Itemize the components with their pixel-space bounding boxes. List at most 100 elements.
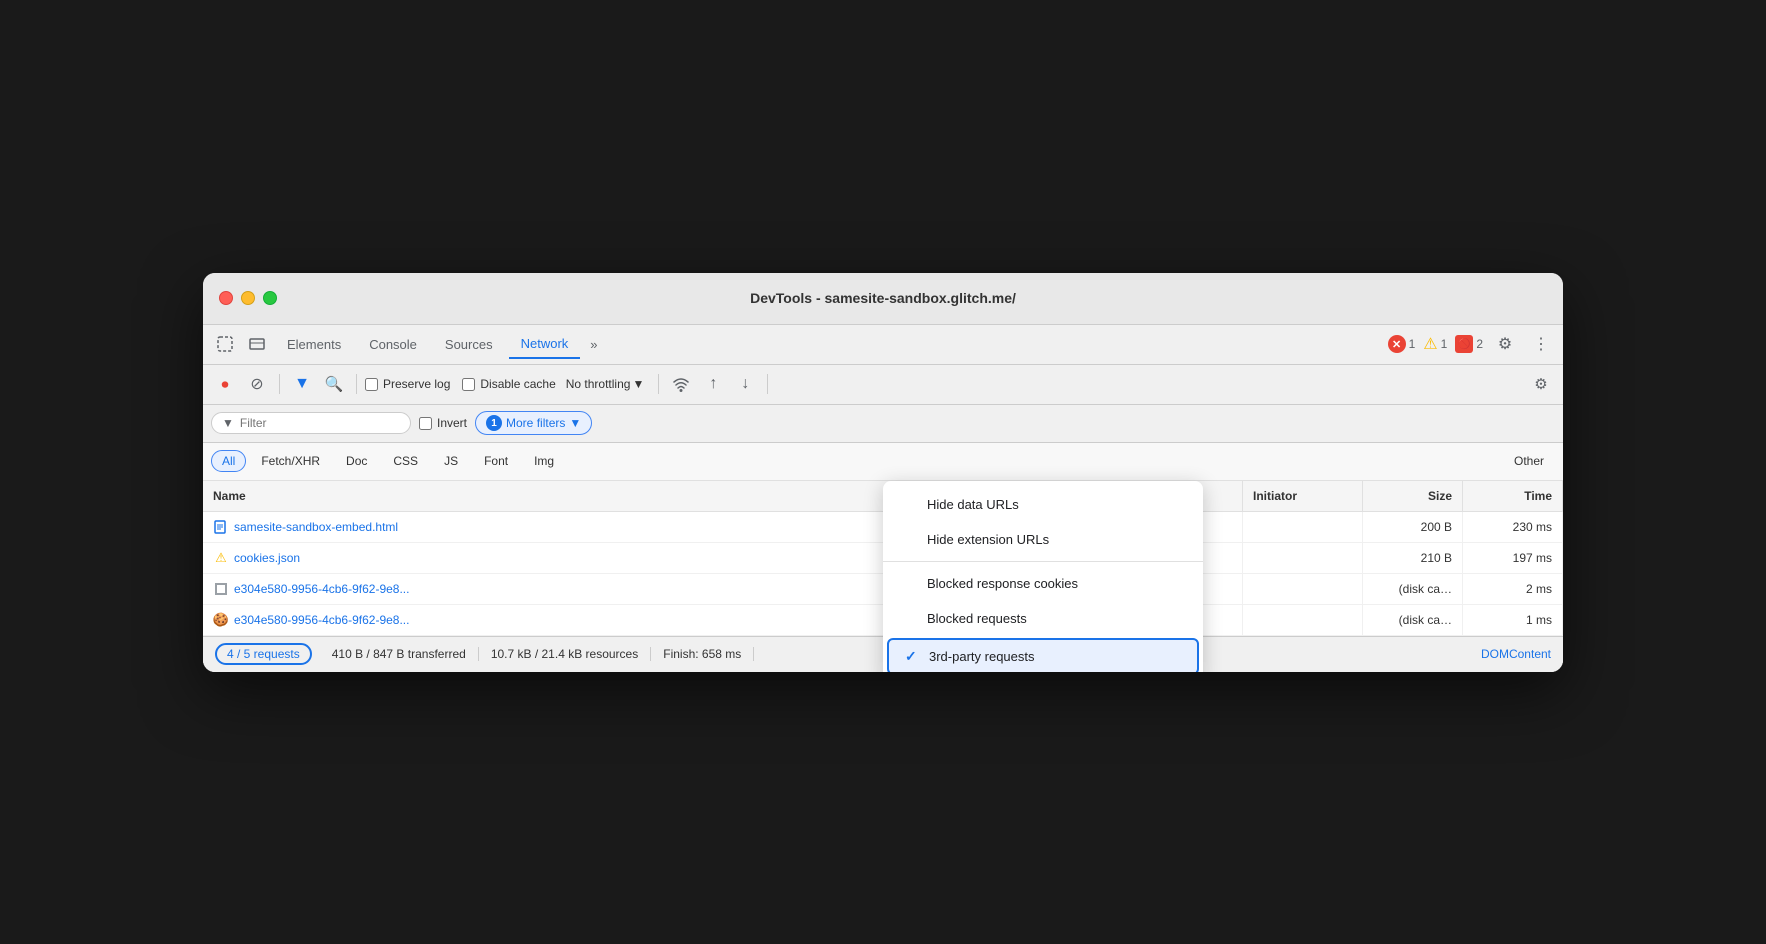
cell-time-4: 1 ms xyxy=(1463,605,1563,635)
toolbar-divider-2 xyxy=(356,374,357,394)
check-mark-icon: ✓ xyxy=(905,648,921,665)
error-badge: ✕ 1 xyxy=(1388,335,1416,353)
tab-sources[interactable]: Sources xyxy=(433,331,505,358)
network-conditions-icon[interactable] xyxy=(667,370,695,398)
dropdown-item-3rd-party-requests[interactable]: ✓ 3rd-party requests xyxy=(887,638,1199,672)
more-filters-chevron-icon: ▼ xyxy=(569,416,581,430)
warning-badge: ⚠ 1 xyxy=(1423,334,1447,354)
blocked-count: 2 xyxy=(1476,337,1483,351)
toolbar-divider-4 xyxy=(767,374,768,394)
type-btn-css[interactable]: CSS xyxy=(382,450,429,472)
finish-time: Finish: 658 ms xyxy=(651,647,754,661)
invert-checkbox[interactable] xyxy=(419,417,432,430)
domcontent-link[interactable]: DOMContent xyxy=(1469,647,1551,661)
devtools-window: DevTools - samesite-sandbox.glitch.me/ E… xyxy=(203,273,1563,672)
minimize-button[interactable] xyxy=(241,291,255,305)
export-har-icon[interactable]: ↓ xyxy=(731,370,759,398)
invert-label[interactable]: Invert xyxy=(419,416,467,430)
maximize-button[interactable] xyxy=(263,291,277,305)
toolbar-divider-3 xyxy=(658,374,659,394)
square-icon xyxy=(213,581,229,597)
cell-time-2: 197 ms xyxy=(1463,543,1563,573)
filter-funnel-icon: ▼ xyxy=(222,416,234,430)
cell-time-1: 230 ms xyxy=(1463,512,1563,542)
cell-size-3: (disk ca… xyxy=(1363,574,1463,604)
settings-icon[interactable]: ⚙ xyxy=(1491,330,1519,358)
filter-input[interactable] xyxy=(240,416,400,430)
filter-active-icon[interactable]: ▼ xyxy=(288,370,316,398)
dropdown-separator xyxy=(883,561,1203,562)
more-filters-dropdown: Hide data URLs Hide extension URLs Block… xyxy=(883,481,1203,672)
requests-count[interactable]: 4 / 5 requests xyxy=(215,643,312,665)
tab-more[interactable]: » xyxy=(584,333,603,356)
dropdown-item-hide-data-urls[interactable]: Hide data URLs xyxy=(883,487,1203,522)
window-title: DevTools - samesite-sandbox.glitch.me/ xyxy=(750,290,1016,306)
filter-bar: ▼ Invert 1 More filters ▼ xyxy=(203,405,1563,443)
type-btn-fetch-xhr[interactable]: Fetch/XHR xyxy=(250,450,331,472)
traffic-lights xyxy=(219,291,277,305)
more-filters-button[interactable]: 1 More filters ▼ xyxy=(475,411,592,435)
disable-cache-label[interactable]: Disable cache xyxy=(462,377,555,391)
filter-input-wrap: ▼ xyxy=(211,412,411,434)
error-icon: ✕ xyxy=(1388,335,1406,353)
import-har-icon[interactable]: ↑ xyxy=(699,370,727,398)
type-filter-container: All Fetch/XHR Doc CSS JS Font Img Other … xyxy=(203,443,1563,481)
more-options-icon[interactable]: ⋮ xyxy=(1527,330,1555,358)
transferred-info: 410 B / 847 B transferred xyxy=(320,647,479,661)
type-btn-doc[interactable]: Doc xyxy=(335,450,378,472)
preserve-log-checkbox[interactable] xyxy=(365,378,378,391)
layers-icon[interactable] xyxy=(243,330,271,358)
tab-bar-right: ✕ 1 ⚠ 1 🚫 2 ⚙ ⋮ xyxy=(1388,330,1555,358)
column-size[interactable]: Size xyxy=(1363,481,1463,511)
cell-size-1: 200 B xyxy=(1363,512,1463,542)
cell-size-2: 210 B xyxy=(1363,543,1463,573)
close-button[interactable] xyxy=(219,291,233,305)
type-btn-other[interactable]: Other xyxy=(1503,450,1555,472)
dropdown-item-hide-extension-urls[interactable]: Hide extension URLs xyxy=(883,522,1203,557)
more-filters-count-badge: 1 xyxy=(486,415,502,431)
blocked-badge: 🚫 2 xyxy=(1455,335,1483,353)
disable-cache-checkbox[interactable] xyxy=(462,378,475,391)
warning-count: 1 xyxy=(1441,337,1448,351)
warning-row-icon: ⚠ xyxy=(213,550,229,566)
tab-console[interactable]: Console xyxy=(357,331,429,358)
devtools-body: Elements Console Sources Network » ✕ 1 ⚠… xyxy=(203,325,1563,672)
network-settings-icon[interactable]: ⚙ xyxy=(1527,370,1555,398)
file-link-3[interactable]: e304e580-9956-4cb6-9f62-9e8... xyxy=(234,582,409,596)
type-btn-js[interactable]: JS xyxy=(433,450,469,472)
titlebar: DevTools - samesite-sandbox.glitch.me/ xyxy=(203,273,1563,325)
cell-time-3: 2 ms xyxy=(1463,574,1563,604)
dropdown-item-blocked-response-cookies[interactable]: Blocked response cookies xyxy=(883,566,1203,601)
type-btn-all[interactable]: All xyxy=(211,450,246,472)
doc-icon xyxy=(213,519,229,535)
search-icon[interactable]: 🔍 xyxy=(320,370,348,398)
type-btn-img[interactable]: Img xyxy=(523,450,565,472)
preserve-log-label[interactable]: Preserve log xyxy=(365,377,450,391)
cookie-icon: 🍪 xyxy=(213,612,229,628)
cursor-icon[interactable] xyxy=(211,330,239,358)
throttle-dropdown[interactable]: No throttling ▼ xyxy=(560,374,651,394)
clear-icon[interactable]: ⊘ xyxy=(243,370,271,398)
warning-icon: ⚠ xyxy=(1423,334,1437,354)
column-initiator[interactable]: Initiator xyxy=(1243,481,1363,511)
cell-size-4: (disk ca… xyxy=(1363,605,1463,635)
type-filter-bar: All Fetch/XHR Doc CSS JS Font Img Other xyxy=(203,443,1563,481)
file-link-4[interactable]: e304e580-9956-4cb6-9f62-9e8... xyxy=(234,613,409,627)
record-stop-icon[interactable]: ⏺ xyxy=(211,370,239,398)
cell-initiator-3 xyxy=(1243,574,1363,604)
cell-initiator-1 xyxy=(1243,512,1363,542)
chevron-down-icon: ▼ xyxy=(632,377,644,391)
toolbar-divider-1 xyxy=(279,374,280,394)
tab-network[interactable]: Network xyxy=(509,330,581,359)
tab-bar: Elements Console Sources Network » ✕ 1 ⚠… xyxy=(203,325,1563,365)
dropdown-item-blocked-requests[interactable]: Blocked requests xyxy=(883,601,1203,636)
tab-elements[interactable]: Elements xyxy=(275,331,353,358)
network-toolbar: ⏺ ⊘ ▼ 🔍 Preserve log Disable cache No th… xyxy=(203,365,1563,405)
blocked-icon: 🚫 xyxy=(1455,335,1473,353)
cell-initiator-2 xyxy=(1243,543,1363,573)
file-link-1[interactable]: samesite-sandbox-embed.html xyxy=(234,520,398,534)
resources-info: 10.7 kB / 21.4 kB resources xyxy=(479,647,651,661)
column-time[interactable]: Time xyxy=(1463,481,1563,511)
file-link-2[interactable]: cookies.json xyxy=(234,551,300,565)
type-btn-font[interactable]: Font xyxy=(473,450,519,472)
